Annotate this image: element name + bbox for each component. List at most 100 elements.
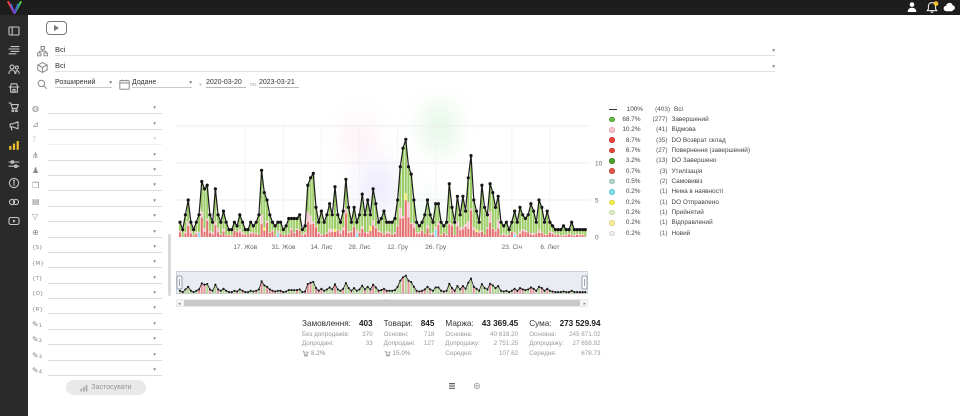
app-logo[interactable] <box>7 1 22 14</box>
sidebar-item-cart[interactable] <box>8 100 20 112</box>
date-to-label: по <box>250 82 256 88</box>
list-view-icon[interactable]: ≣ <box>448 382 456 392</box>
sidebar-item-dashboard[interactable] <box>8 24 20 36</box>
video-panel-icon[interactable] <box>46 21 67 35</box>
custom-4-select[interactable] <box>48 365 162 376</box>
legend-item[interactable]: 0.2%(1)Відправлений <box>609 218 775 228</box>
legend-pct: 100% <box>620 106 643 113</box>
filter-row-custom-4[interactable]: ✎₄▾ <box>32 361 162 376</box>
chevron-down-icon: ▾ <box>153 259 156 265</box>
help-select[interactable] <box>48 134 162 145</box>
custom-2-select[interactable] <box>48 334 162 345</box>
legend-pct: 0.2% <box>618 230 641 237</box>
legend-item[interactable]: 0.2%(1)Нема в наявності <box>609 187 775 197</box>
chart-navigator[interactable] <box>176 271 588 298</box>
legend-item[interactable]: 10.2%(41)Відмова <box>609 125 775 135</box>
money-select[interactable] <box>48 196 162 207</box>
legend-item[interactable]: 0.5%(2)Самовивіз <box>609 176 775 186</box>
badge-s-select[interactable] <box>48 242 162 253</box>
filter-row-trend[interactable]: ⊿▾ <box>32 114 162 129</box>
category-filter[interactable]: Всі ▾ <box>55 44 775 56</box>
sidebar-item-analytics[interactable] <box>8 138 20 150</box>
trend-select[interactable] <box>48 119 162 130</box>
legend-dot-swatch <box>609 220 615 226</box>
main-chart[interactable]: 17. Жов31. Жов14. Лис28. Лис12. Гру26. Г… <box>176 98 606 256</box>
sidebar-item-partners[interactable] <box>8 195 20 207</box>
filter-row-custom-2[interactable]: ✎₂▾ <box>32 330 162 345</box>
hierarchy-select[interactable] <box>48 150 162 161</box>
filter-row-money[interactable]: ▤▾ <box>32 191 162 206</box>
legend-label: DO Возврат склад <box>672 137 726 144</box>
filter-row-badge-s[interactable]: {S}▾ <box>32 238 162 253</box>
svg-text:23. Січ: 23. Січ <box>502 243 522 251</box>
sidebar-item-customers[interactable] <box>8 62 20 74</box>
filter-row-badge-o[interactable]: {O}▾ <box>32 284 162 299</box>
legend-label: Утилізація <box>672 168 703 175</box>
sidebar-item-settings[interactable] <box>8 157 20 169</box>
scroll-left-icon[interactable]: ◂ <box>178 301 181 307</box>
filter-row-person[interactable]: ♟▾ <box>32 161 162 176</box>
chevron-down-icon: ▾ <box>153 352 156 358</box>
filter-panel-scrollbar[interactable] <box>168 234 171 296</box>
filter-row-custom-3[interactable]: ✎₃▾ <box>32 345 162 360</box>
filter-row-custom-1[interactable]: ✎₁▾ <box>32 314 162 329</box>
bell-icon[interactable] <box>926 1 939 14</box>
badge-m-select[interactable] <box>48 257 162 268</box>
badge-t-select[interactable] <box>48 273 162 284</box>
sidebar-item-info[interactable] <box>8 176 20 188</box>
product-filter[interactable]: Всі ▾ <box>55 60 775 72</box>
custom-3-select[interactable] <box>48 350 162 361</box>
chevron-down-icon: ▾ <box>109 80 112 86</box>
filter-row-badge-r[interactable]: {R}▾ <box>32 299 162 314</box>
cloud-icon[interactable] <box>943 1 956 13</box>
user-icon[interactable] <box>906 1 918 13</box>
filter-row-badge-m[interactable]: {M}▾ <box>32 253 162 268</box>
legend-item[interactable]: 68.7%(277)Завершений <box>609 114 775 124</box>
scrollbar-thumb[interactable]: ⋯ <box>184 300 580 306</box>
date-field-select[interactable]: Додане ▾ <box>132 77 192 88</box>
region-select[interactable] <box>48 227 162 238</box>
svg-text:28. Лис: 28. Лис <box>349 244 372 251</box>
filter-row-badge-t[interactable]: {T}▾ <box>32 268 162 283</box>
search-mode-select[interactable]: Розширений ▾ <box>55 77 112 88</box>
apply-button[interactable]: Застосувати <box>66 380 146 395</box>
filter-row-help[interactable]: ?▾ <box>32 130 162 145</box>
legend-item[interactable]: 0.2%(1)Прийнятий <box>609 207 775 217</box>
sidebar-item-store[interactable] <box>8 81 20 93</box>
filter-row-hierarchy[interactable]: ⋔▾ <box>32 145 162 160</box>
scroll-right-icon[interactable]: ▸ <box>583 301 586 307</box>
date-to-input[interactable]: 2023-03-21 <box>259 77 299 88</box>
sidebar-item-video[interactable] <box>8 214 20 226</box>
trend-icon: ⊿ <box>32 121 48 130</box>
legend-item[interactable]: 6.7%(27)Повернення (завершений) <box>609 145 775 155</box>
package-select[interactable] <box>48 180 162 191</box>
legend-label: DO Завершено <box>672 157 717 164</box>
chart-scrollbar[interactable]: ◂ ⋯ ▸ <box>176 299 588 307</box>
legend-item[interactable]: 8.7%(35)DO Возврат склад <box>609 135 775 145</box>
filter-row-package[interactable]: ❒▾ <box>32 176 162 191</box>
legend-item[interactable]: 0.2%(1)Новий <box>609 228 775 238</box>
filter-row-region[interactable]: ⊕▾ <box>32 222 162 237</box>
stat-value: 273 529.94 <box>560 319 601 328</box>
badge-r-select[interactable] <box>48 303 162 314</box>
date-from-input[interactable]: 2020-03-20 <box>206 77 246 88</box>
custom-1-select[interactable] <box>48 319 162 330</box>
legend-item[interactable]: 3.2%(13)DO Завершено <box>609 156 775 166</box>
legend-item[interactable]: 0.7%(3)Утилізація <box>609 166 775 176</box>
legend-count: (1) <box>644 230 668 237</box>
stat-sub-value: 33 <box>366 340 373 347</box>
filter-row-source[interactable]: ◍▾ <box>32 99 162 114</box>
sidebar-item-orders[interactable] <box>8 43 20 55</box>
product-view-icon[interactable]: ⊛ <box>473 382 481 392</box>
filter-row-funnel[interactable]: ▽▾ <box>32 207 162 222</box>
person-select[interactable] <box>48 165 162 176</box>
stat-sub-value: 718 <box>424 331 435 338</box>
sidebar-item-marketing[interactable] <box>8 119 20 131</box>
legend-item[interactable]: 0.2%(1)DO Отправлено <box>609 197 775 207</box>
funnel-select[interactable] <box>48 211 162 222</box>
source-select[interactable] <box>48 103 162 114</box>
date-from-value: 2020-03-20 <box>206 79 242 86</box>
legend-item[interactable]: 100%(403)Всі <box>609 104 775 114</box>
badge-o-select[interactable] <box>48 288 162 299</box>
legend-dot-swatch <box>609 168 615 174</box>
